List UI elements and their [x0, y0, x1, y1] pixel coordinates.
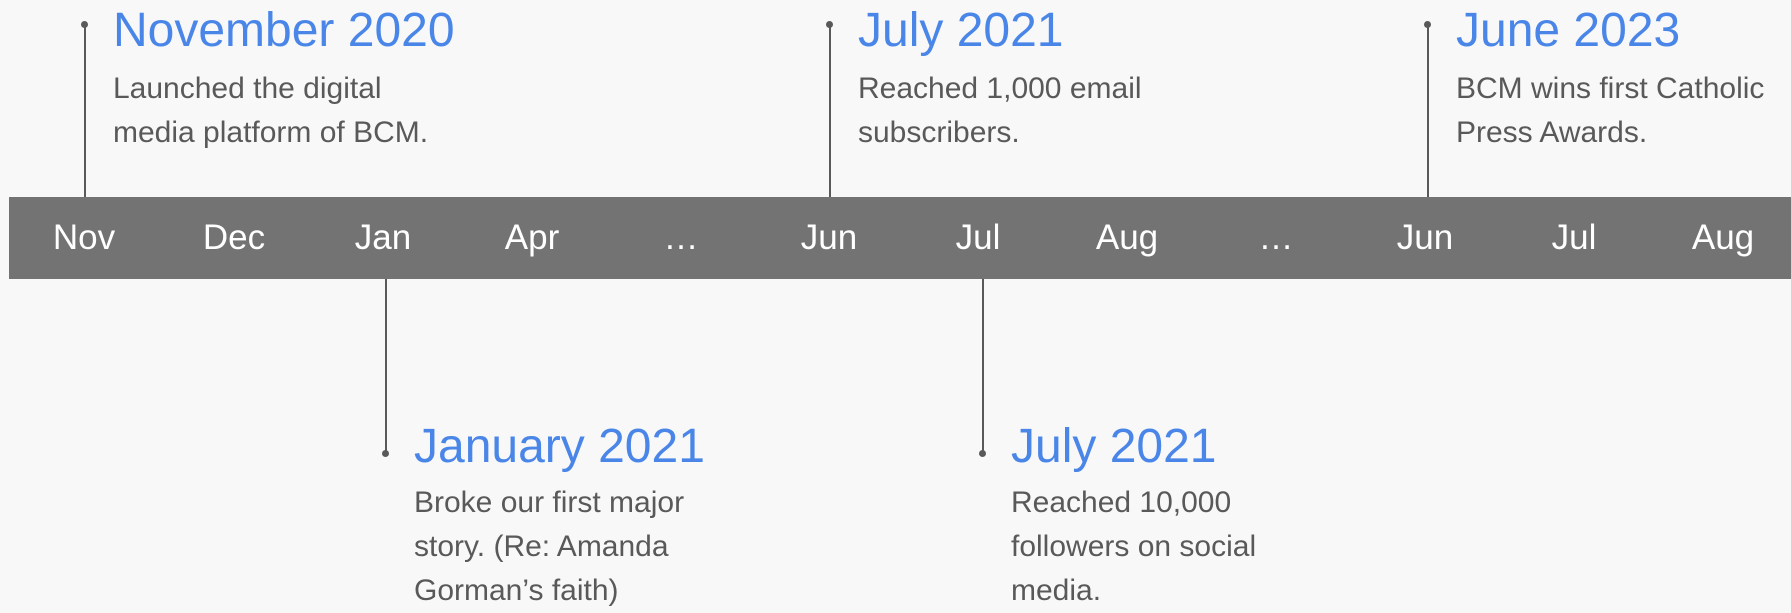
month-label: Aug [1095, 218, 1159, 257]
connector-line-july-2021-email [829, 24, 831, 197]
event-title-january-2021: January 2021 [414, 420, 705, 473]
connector-line-june-2023 [1427, 24, 1429, 197]
connector-dot-july-2021-email [826, 21, 833, 28]
month-label: Dec [202, 218, 266, 257]
event-title-july-2021-social: July 2021 [1011, 420, 1217, 473]
event-description-november-2020: Launched the digital media platform of B… [113, 72, 429, 149]
event-title-june-2023: June 2023 [1456, 4, 1681, 57]
event-title-november-2020: November 2020 [113, 4, 455, 57]
event-description-january-2021: Broke our first major story. (Re: Amanda… [414, 486, 685, 607]
event-description-july-2021-social: Reached 10,000 followers on social media… [1011, 486, 1257, 607]
timeline-bar: Nov Dec Jan Apr … Jun Jul Aug … Jun Jul … [9, 197, 1791, 279]
month-label: … [1258, 218, 1294, 257]
month-label: Jun [800, 218, 858, 257]
event-title-july-2021-email: July 2021 [858, 4, 1064, 57]
month-label: Jul [1551, 218, 1597, 257]
month-label: Jul [955, 218, 1001, 257]
connector-line-november-2020 [84, 24, 86, 197]
month-label: Aug [1691, 218, 1755, 257]
connector-dot-june-2023 [1424, 21, 1431, 28]
event-description-july-2021-email: Reached 1,000 email subscribers. [858, 72, 1142, 149]
connector-dot-july-2021-social [979, 450, 986, 457]
month-label: Nov [52, 218, 116, 257]
month-label: Jun [1396, 218, 1454, 257]
month-label: Apr [504, 218, 560, 257]
month-label: … [663, 218, 699, 257]
event-description-june-2023: BCM wins first Catholic Press Awards. [1456, 72, 1765, 149]
month-label: Jan [354, 218, 412, 257]
connector-dot-january-2021 [382, 450, 389, 457]
connector-line-january-2021 [385, 279, 387, 453]
connector-dot-november-2020 [81, 21, 88, 28]
connector-line-july-2021-social [982, 279, 984, 453]
